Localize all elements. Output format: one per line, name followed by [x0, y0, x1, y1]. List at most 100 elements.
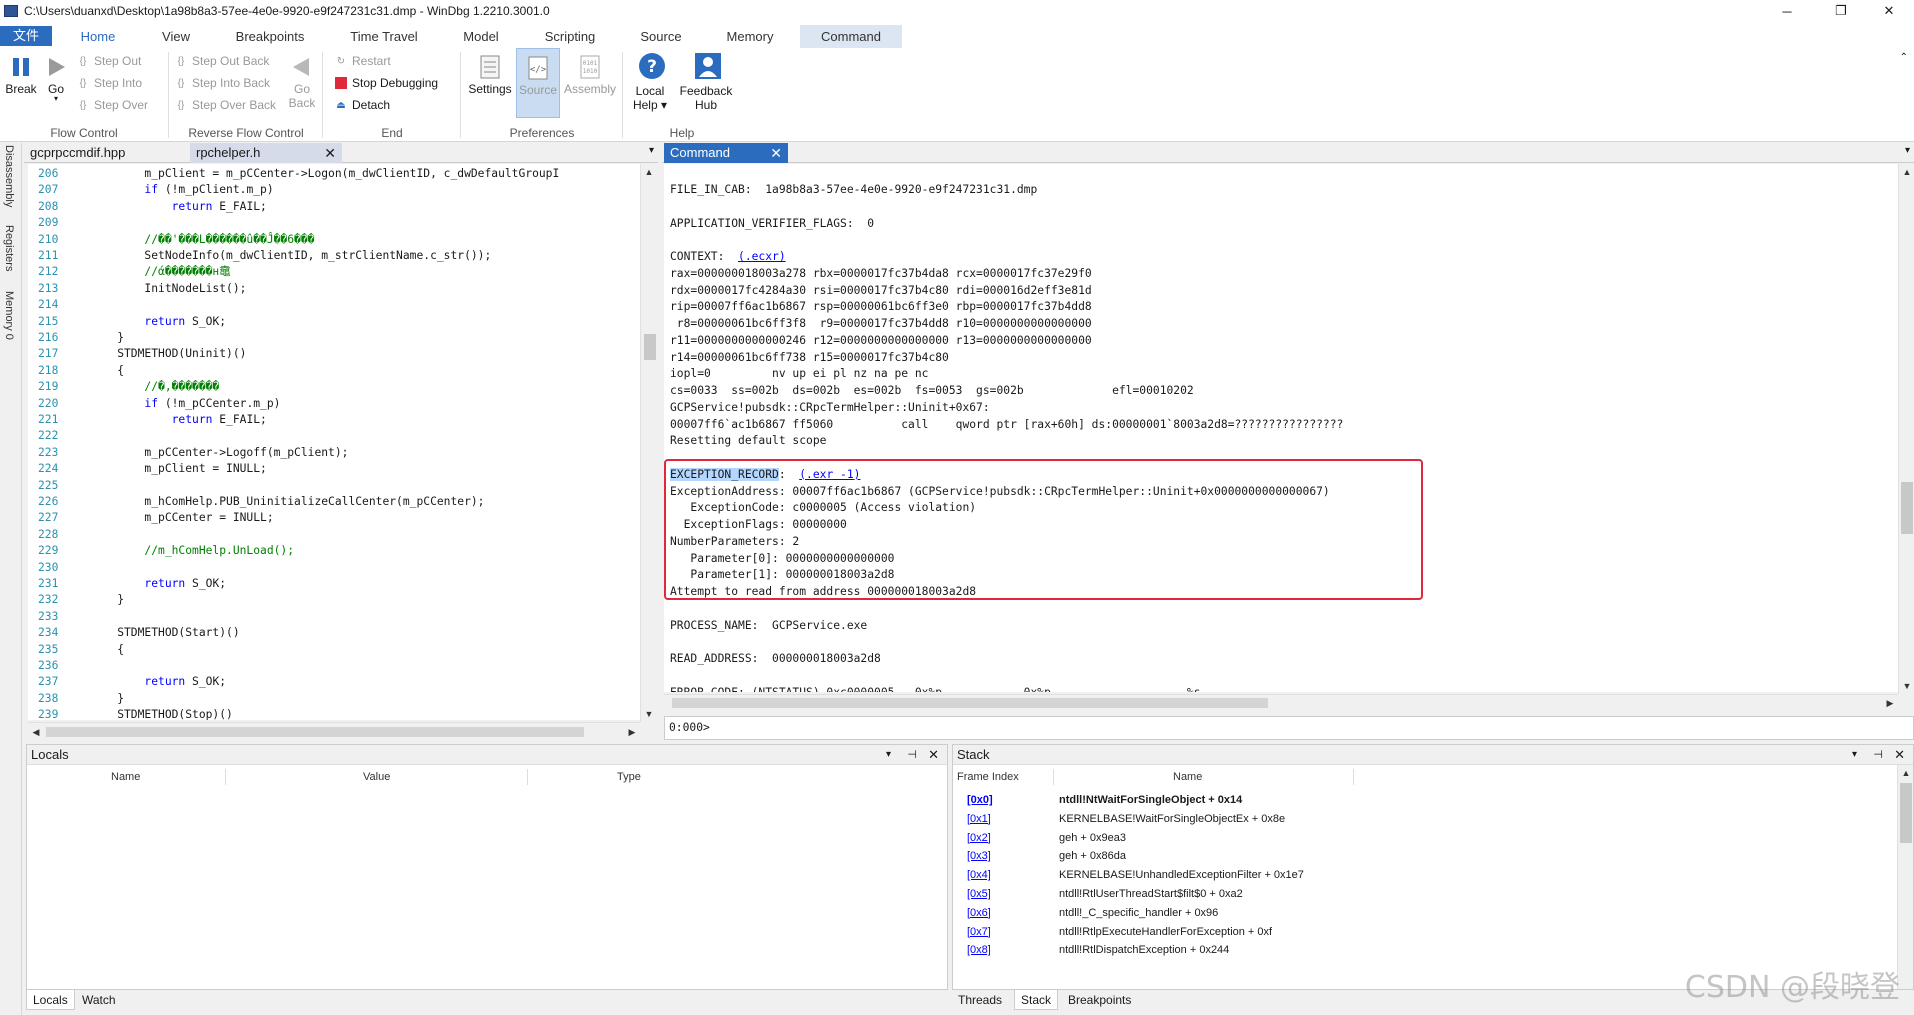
locals-col-value[interactable]: Value: [363, 769, 390, 785]
dropdown-icon[interactable]: ▾: [1852, 745, 1857, 765]
tab-threads[interactable]: Threads: [952, 990, 1008, 1010]
col-divider: [1053, 769, 1054, 785]
break-button[interactable]: Break: [4, 54, 38, 96]
tab-model[interactable]: Model: [448, 25, 514, 48]
close-command-tab-icon[interactable]: ✕: [770, 143, 782, 163]
hscroll-thumb[interactable]: [46, 727, 584, 737]
tab-command[interactable]: Command: [800, 25, 902, 48]
scroll-up-icon[interactable]: ▲: [641, 164, 657, 180]
command-vertical-scrollbar[interactable]: ▲ ▼: [1898, 164, 1914, 694]
stop-debugging-button[interactable]: Stop Debugging: [334, 74, 438, 92]
command-tabs-bar: Command ✕ ▾: [662, 143, 1914, 163]
scroll-left-icon[interactable]: ◀: [28, 724, 44, 740]
tab-time-travel[interactable]: Time Travel: [336, 25, 432, 48]
preferences-label: Preferences: [509, 126, 575, 140]
step-into-back-button[interactable]: {} Step Into Back: [174, 74, 270, 92]
tab-source[interactable]: Source: [628, 25, 694, 48]
close-icon[interactable]: ✕: [928, 745, 939, 765]
sidebar-tab-memory[interactable]: Memory 0: [3, 291, 15, 340]
tab-breakpoints[interactable]: Breakpoints: [222, 25, 318, 48]
locals-col-name[interactable]: Name: [111, 769, 140, 785]
stack-frame-row[interactable]: [0x8] ntdll!RtlDispatchException + 0x244: [953, 939, 1897, 961]
ribbon-separator: [168, 52, 169, 138]
scroll-thumb[interactable]: [1901, 482, 1913, 534]
stack-col-frame-index[interactable]: Frame Index: [957, 769, 1019, 785]
feedback-hub-button[interactable]: Feedback Hub: [676, 52, 736, 112]
tab-memory[interactable]: Memory: [710, 25, 790, 48]
step-into-button[interactable]: {} Step Into: [76, 74, 142, 92]
source-horizontal-scrollbar[interactable]: ◀ ▶: [28, 722, 640, 740]
scroll-down-icon[interactable]: ▼: [1899, 678, 1914, 694]
restore-button[interactable]: ❐: [1818, 0, 1864, 22]
scroll-right-icon[interactable]: ▶: [624, 724, 640, 740]
scroll-up-icon[interactable]: ▲: [1898, 765, 1913, 781]
step-over-back-button[interactable]: {} Step Over Back: [174, 96, 276, 114]
stack-col-name[interactable]: Name: [1173, 769, 1202, 785]
hscroll-thumb[interactable]: [672, 698, 1268, 708]
tab-stack[interactable]: Stack: [1014, 990, 1059, 1010]
tab-locals[interactable]: Locals: [26, 990, 75, 1010]
scroll-thumb[interactable]: [644, 334, 656, 360]
detach-button[interactable]: ⏏ Detach: [334, 96, 390, 114]
settings-button[interactable]: Settings: [466, 54, 514, 96]
source-code-icon: </>: [526, 55, 550, 81]
command-horizontal-scrollbar[interactable]: ▶: [664, 694, 1898, 710]
step-out-back-button[interactable]: {} Step Out Back: [174, 52, 270, 70]
tab-rpchelper[interactable]: rpchelper.h ✕: [190, 143, 342, 163]
tab-view[interactable]: View: [140, 25, 212, 48]
svg-text:0101: 0101: [583, 60, 598, 67]
frame-index-link[interactable]: [0x8]: [967, 939, 991, 961]
windbg-app-icon: [4, 5, 18, 17]
tab-scripting[interactable]: Scripting: [530, 25, 610, 48]
go-back-button[interactable]: Go Back: [286, 54, 318, 110]
line-number: 238: [38, 691, 59, 705]
scroll-right-icon[interactable]: ▶: [1882, 695, 1898, 711]
scroll-thumb[interactable]: [1900, 783, 1912, 843]
command-output[interactable]: FILE_IN_CAB: 1a98b8a3-57ee-4e0e-9920-e9f…: [664, 164, 1898, 692]
pin-icon[interactable]: ⊣: [1873, 745, 1883, 765]
line-number: 215: [38, 314, 59, 328]
assembly-mode-button[interactable]: 0101 1010 Assembly: [562, 54, 618, 96]
go-dropdown-icon: ▾: [53, 94, 58, 103]
dropdown-icon[interactable]: ▾: [886, 745, 891, 765]
close-button[interactable]: ✕: [1866, 0, 1912, 22]
line-number: 230: [38, 560, 59, 574]
code-text: return E_FAIL;: [171, 413, 267, 426]
close-icon[interactable]: ✕: [1894, 745, 1905, 765]
command-output-line: rdx=0000017fc4284a30 rsi=0000017fc37b4c8…: [670, 283, 1092, 297]
help-group: ? Local Help ▾ Feedback Hub Help: [624, 48, 740, 142]
restart-button[interactable]: ↻ Restart: [334, 52, 391, 70]
tab-home[interactable]: Home: [64, 25, 132, 48]
pin-icon[interactable]: ⊣: [907, 745, 917, 765]
dml-link[interactable]: (.ecxr): [738, 250, 786, 263]
command-input[interactable]: 0:000>: [664, 716, 1914, 740]
frame-name: ntdll!RtlDispatchException + 0x244: [1059, 944, 1230, 957]
go-button[interactable]: Go ▾: [42, 54, 70, 103]
close-tab-icon[interactable]: ✕: [324, 143, 336, 163]
tabs-overflow-icon[interactable]: ▾: [649, 145, 654, 156]
locals-col-type[interactable]: Type: [617, 769, 641, 785]
step-out-button[interactable]: {} Step Out: [76, 52, 142, 70]
command-overflow-icon[interactable]: ▾: [1905, 145, 1910, 156]
tab-gcprpccmdif[interactable]: gcprpccmdif.hpp: [24, 143, 184, 163]
tab-breakpoints[interactable]: Breakpoints: [1062, 990, 1137, 1010]
source-vertical-scrollbar[interactable]: ▲ ▼: [640, 164, 658, 722]
tab-file[interactable]: 文件: [0, 26, 52, 46]
tab-command-window[interactable]: Command ✕: [664, 143, 788, 163]
tab-watch[interactable]: Watch: [76, 990, 122, 1010]
command-output-line: PROCESS_NAME: GCPService.exe: [670, 618, 868, 632]
local-help-button[interactable]: ? Local Help ▾: [628, 52, 672, 112]
line-number: 232: [38, 593, 59, 607]
stack-vertical-scrollbar[interactable]: ▲: [1897, 765, 1913, 989]
scroll-up-icon[interactable]: ▲: [1899, 164, 1914, 180]
sidebar-tab-disassembly[interactable]: Disassembly: [3, 145, 15, 207]
ribbon: Break Go ▾ {} Step Out {} Step Into {} Step…: [0, 48, 1914, 142]
source-mode-button[interactable]: </> Source: [516, 48, 560, 118]
ribbon-collapse-icon[interactable]: ⌃: [1900, 52, 1908, 63]
minimize-button[interactable]: ─: [1764, 0, 1810, 22]
source-editor[interactable]: 206 m_pClient = m_pCCenter->Logon(m_dwCl…: [28, 164, 640, 720]
line-number: 206: [38, 167, 59, 180]
sidebar-tab-registers[interactable]: Registers: [3, 225, 15, 271]
scroll-down-icon[interactable]: ▼: [641, 706, 657, 722]
step-over-button[interactable]: {} Step Over: [76, 96, 148, 114]
